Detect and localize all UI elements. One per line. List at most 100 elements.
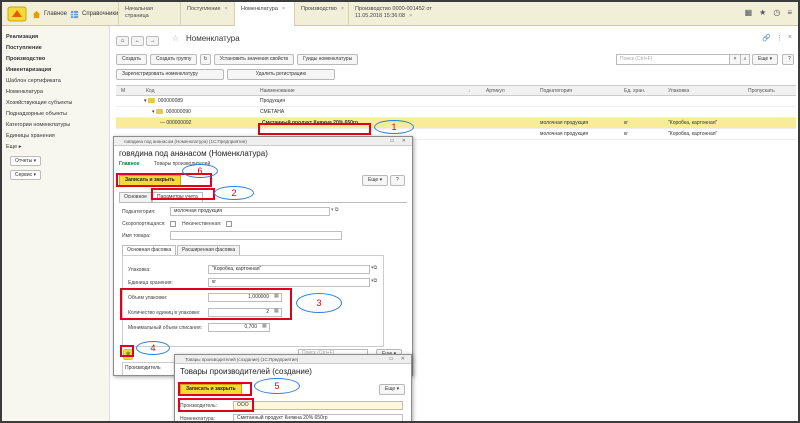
link-icon[interactable]: 🔗 [762,34,771,42]
sidebar-item-sales[interactable]: Реализация [6,32,105,43]
tab-production[interactable]: Производство × [294,2,348,26]
sidebar-item-categories[interactable]: Категории номенклатуры [6,120,105,131]
incomplete-checkbox[interactable] [226,221,232,227]
window-controls[interactable]: ▭ ✕ [390,137,409,146]
incomplete-label: Некачественная: [182,221,222,227]
section-catalogs[interactable]: Справочники [70,8,118,20]
toolbar-secondary: Зарегистрировать номенклатуру Удалить ре… [116,69,335,80]
window-controls[interactable]: ▭ ✕ [389,355,408,364]
close-icon[interactable]: × [225,6,228,12]
producer-field[interactable]: ООО [233,401,403,410]
sidebar-item-certificate-template[interactable]: Шаблон сертификата [6,76,105,87]
column-header[interactable]: Артикул [486,88,505,94]
sidebar-item-business-entities[interactable]: Хозяйствующие субъекты [6,98,105,109]
dropdown-icon[interactable]: ▾ ⧉ [331,207,338,213]
close-icon[interactable]: × [341,6,344,12]
tab-basic-packaging[interactable]: Основная фасовка [122,245,177,255]
column-header[interactable]: М [121,88,125,94]
sidebar-item-receipts[interactable]: Поступление [6,43,105,54]
section-catalogs-label: Справочники [82,11,119,17]
link-main[interactable]: Главное [119,161,139,167]
forward-arrow-icon[interactable]: → [146,36,159,46]
reports-button[interactable]: Отчеты ▾ [10,156,42,166]
set-properties-button[interactable]: Установить значения свойств [213,54,295,65]
dropdown-icon[interactable]: ▾⧉ [371,265,377,271]
help-button[interactable]: ? [782,54,794,65]
unregister-button[interactable]: Удалить регистрацию [227,69,335,80]
more-button[interactable]: Еще ▾ [362,175,389,186]
top-bar: Главное Справочники Начальная страница П… [2,2,798,26]
nav-buttons: ⌂ ← → [116,36,159,46]
favorite-star-icon[interactable]: ☆ [172,34,179,43]
register-button[interactable]: Зарегистрировать номенклатуру [116,69,224,80]
sidebar-item-inventory[interactable]: Инвентаризация [6,65,105,76]
create-group-button[interactable]: Создать группу [150,54,198,65]
package-field[interactable]: "Коробка, картонная" [208,265,370,274]
table-cell-code: ▾ 000000089 [144,98,183,104]
refresh-icon[interactable]: ↻ [200,54,211,65]
calculator-icon[interactable]: ▦ [262,323,267,329]
close-icon[interactable]: × [282,6,285,12]
column-header[interactable]: Наименование [260,88,295,94]
subcategory-field[interactable]: молочная продукция [170,207,330,216]
toolbar-primary: Создать Создать группу ↻ Установить знач… [116,54,359,65]
sort-arrow-icon[interactable]: ↓ [468,88,471,94]
dropdown-icon[interactable]: ▾⧉ [371,278,377,284]
menu-icon[interactable]: ≡ [787,8,792,17]
close-icon[interactable]: × [409,13,412,19]
window-title: говядина под ананасом (Номенклатура) (1С… [124,139,247,144]
nomenclature-table: М Код Наименование ↓ Артикул Подкатегори… [116,85,796,140]
column-header[interactable]: Код [146,88,155,94]
tab-label: Производство [301,6,337,12]
search-input[interactable]: Поиск (Ctrl+F) [616,54,742,65]
code-text: 000000090 [165,109,191,115]
tab-extended-packaging[interactable]: Расширенная фасовка [177,245,241,255]
history-icon[interactable]: ◷ [773,8,780,17]
search-icon[interactable]: ⌕ [740,54,750,65]
folder-icon [147,98,155,104]
help-button[interactable]: ? [390,175,405,186]
annotation-box-2 [151,188,215,200]
app-window: Главное Справочники Начальная страница П… [0,0,800,423]
star-icon[interactable]: ★ [759,8,766,17]
home-icon[interactable]: ⌂ [116,36,129,46]
more-button[interactable]: Еще ▾ [752,54,779,65]
service-button[interactable]: Сервис ▾ [10,170,42,180]
more-vertical-icon[interactable]: ⋮ [776,34,783,42]
tab-main[interactable]: Основное [119,192,152,202]
column-header[interactable]: Ед. хран. [624,88,645,94]
unit-field[interactable]: кг [208,278,370,287]
table-row[interactable]: ▾ 000000090 СМЕТАНА [116,107,796,118]
tab-receipts[interactable]: Поступление × [180,2,234,26]
sidebar-item-nomenclature[interactable]: Номенклатура [6,87,105,98]
close-icon[interactable]: × [788,34,792,42]
sidebar-item-more[interactable]: Еще ▸ [6,142,105,153]
nomenclature-field[interactable]: Сметанный продукт Княжна 20% 650гр [233,414,403,421]
apps-icon[interactable]: ▦ [745,8,753,17]
min-writeoff-field[interactable]: 0,700 [208,323,270,332]
more-button[interactable]: Еще ▾ [379,384,406,395]
code-text: 000000092 [166,120,192,126]
tab-production-doc[interactable]: Производство 0000-001452 от 11.05.2018 1… [348,2,444,26]
product-name-field[interactable] [170,231,342,240]
perishable-checkbox[interactable] [170,221,176,227]
table-cell-subcategory: молочная продукция [540,120,589,126]
tab-nomenclature[interactable]: Номенклатура × [234,2,294,26]
sidebar-item-production[interactable]: Производство [6,54,105,65]
sidebar-item-units[interactable]: Единицы хранения [6,131,105,142]
tab-label: Производство 0000-001452 от 11.05.2018 1… [355,6,432,19]
back-arrow-icon[interactable]: ← [131,36,144,46]
create-button[interactable]: Создать [116,54,148,65]
column-header[interactable]: Упаковка [668,88,689,94]
section-main[interactable]: Главное [32,8,67,20]
sidebar-item-supervised-objects[interactable]: Поднадзорные объекты [6,109,105,120]
column-header[interactable]: Подкатегория [540,88,572,94]
table-row-selected[interactable]: — 000000092 Сметанный продукт Княжна 20%… [116,118,796,129]
table-row[interactable]: ▾ 000000089 Продукция [116,96,796,107]
producer-column-header[interactable]: Производитель [122,362,182,375]
tab-home-page[interactable]: Начальная страница [118,2,180,26]
nomenclature-dialog: говядина под ананасом (Номенклатура) (1С… [113,136,413,376]
guids-button[interactable]: Гуиды номенклатуры [297,54,359,65]
app-logo-icon[interactable] [6,5,28,23]
column-header[interactable]: Пропускать [748,88,775,94]
